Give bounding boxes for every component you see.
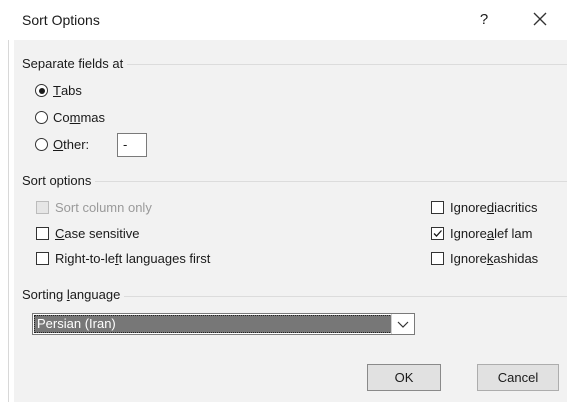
rtl-first-checkbox[interactable]: Right-to-le f t languages first xyxy=(36,251,210,266)
commas-radio-indicator[interactable] xyxy=(35,111,48,124)
case-sensitive-box[interactable] xyxy=(36,227,49,240)
commas-radio[interactable]: Co m mas xyxy=(35,110,105,125)
close-icon xyxy=(533,12,547,26)
sorting-language-select[interactable]: Persian (Iran) xyxy=(32,313,415,335)
checkmark-icon xyxy=(433,230,442,237)
title-bar: Sort Options ? xyxy=(0,0,567,40)
other-separator-input[interactable]: - xyxy=(117,133,147,157)
ignore-kashidas-box[interactable] xyxy=(431,252,444,265)
sort-column-only-checkbox[interactable]: Sort column only xyxy=(36,200,152,215)
separate-fields-group-label: Separate fields at xyxy=(22,56,128,71)
other-radio[interactable]: Other: xyxy=(35,137,89,152)
ok-button[interactable]: OK xyxy=(367,364,441,391)
window-edge xyxy=(8,40,9,402)
ignore-diacritics-box[interactable] xyxy=(431,201,444,214)
ignore-diacritics-checkbox[interactable]: Ignore d iacritics xyxy=(431,200,537,215)
other-radio-indicator[interactable] xyxy=(35,138,48,151)
tabs-radio-indicator[interactable] xyxy=(35,84,48,97)
dialog-title: Sort Options xyxy=(22,12,100,28)
help-button[interactable]: ? xyxy=(474,8,494,32)
cancel-button[interactable]: Cancel xyxy=(477,364,559,391)
sort-options-group-label: Sort options xyxy=(22,173,96,188)
case-sensitive-checkbox[interactable]: Case sensitive xyxy=(36,226,140,241)
chevron-down-icon xyxy=(397,321,409,328)
ignore-alef-lam-box[interactable] xyxy=(431,227,444,240)
sort-column-only-box[interactable] xyxy=(36,201,49,214)
tabs-radio[interactable]: Tabs xyxy=(35,83,82,98)
dropdown-button[interactable] xyxy=(391,314,414,334)
ignore-alef-lam-checkbox[interactable]: Ignore a lef lam xyxy=(431,226,532,241)
rtl-first-box[interactable] xyxy=(36,252,49,265)
close-button[interactable] xyxy=(527,6,553,32)
sorting-language-value: Persian (Iran) xyxy=(34,315,392,333)
sorting-language-group-label: Sorting language xyxy=(22,287,125,302)
ignore-kashidas-checkbox[interactable]: Ignore k ashidas xyxy=(431,251,538,266)
dialog-body xyxy=(14,40,567,402)
group-divider xyxy=(24,181,567,182)
